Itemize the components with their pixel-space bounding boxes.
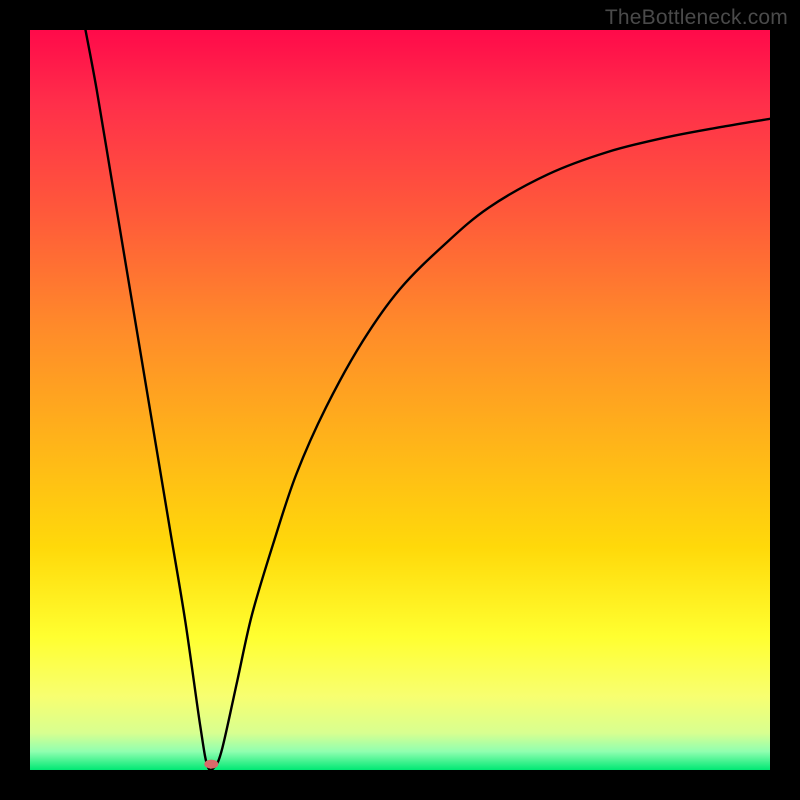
plot-area (30, 30, 770, 770)
bottleneck-curve (30, 30, 770, 770)
watermark-text: TheBottleneck.com (605, 6, 788, 30)
chart-frame: TheBottleneck.com (0, 0, 800, 800)
